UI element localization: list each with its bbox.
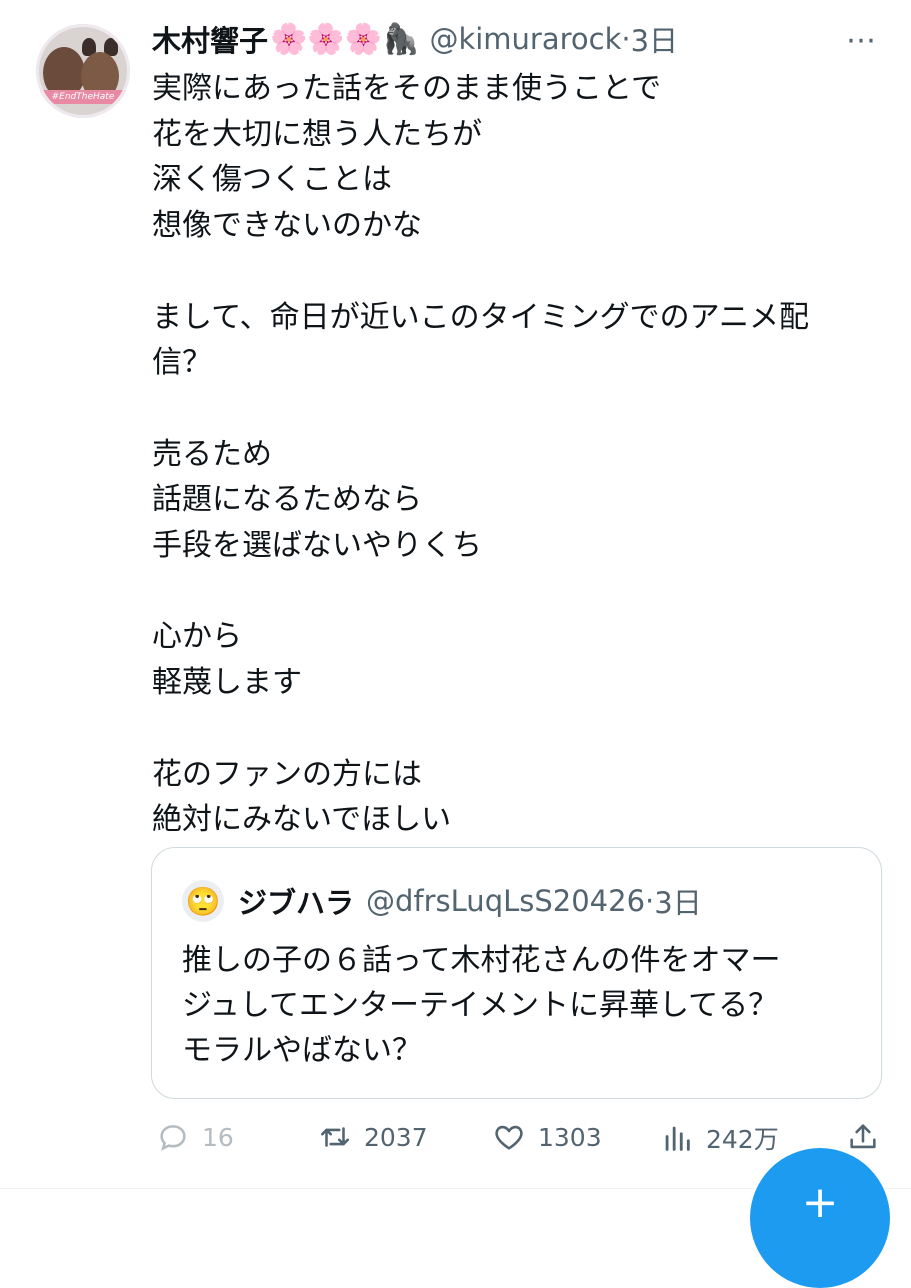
reply-button[interactable]: 16: [156, 1120, 234, 1154]
quoted-author-avatar: 🙄: [182, 880, 224, 922]
reply-count: 16: [202, 1122, 234, 1152]
reply-icon: [160, 1125, 186, 1151]
author-avatar[interactable]: #EndTheHate: [36, 24, 130, 118]
views-button[interactable]: 242万: [660, 1120, 779, 1156]
quoted-tweet-text: 推しの子の６話って木村花さんの件をオマー ジュしてエンターテイメントに昇華してる…: [182, 943, 781, 1068]
avatar-ring: [36, 24, 130, 118]
like-icon: [495, 1125, 523, 1150]
author-name[interactable]: 木村響子: [152, 18, 268, 60]
retweet-button[interactable]: 2037: [318, 1120, 428, 1154]
views-icon: [665, 1126, 690, 1151]
separator-dot: ·: [621, 22, 631, 56]
quoted-separator-dot: ·: [645, 884, 655, 918]
author-emojis: 🌸🌸🌸🦍: [270, 21, 420, 57]
tweet-time[interactable]: 3日: [631, 18, 678, 60]
tweet-header: 木村響子 🌸🌸🌸🦍 @kimurarock · 3日: [152, 19, 678, 59]
quoted-tweet-card[interactable]: 🙄 ジブハラ @dfrsLuqLsS20426 · 3日 推しの子の６話って木村…: [151, 847, 882, 1099]
share-button[interactable]: [846, 1120, 892, 1154]
retweet-icon: [320, 1127, 350, 1147]
share-icon: [850, 1124, 876, 1149]
quoted-author-handle: @dfrsLuqLsS20426: [366, 884, 646, 918]
compose-button[interactable]: +: [750, 1148, 890, 1288]
views-count: 242万: [706, 1125, 779, 1154]
more-icon[interactable]: ⋯: [846, 23, 877, 58]
retweet-count: 2037: [364, 1122, 428, 1152]
compose-icon: +: [801, 1177, 839, 1228]
quoted-tweet-time: 3日: [654, 886, 702, 920]
author-handle[interactable]: @kimurarock: [429, 22, 621, 56]
quoted-author-name: ジブハラ: [238, 886, 355, 920]
like-button[interactable]: 1303: [492, 1120, 602, 1154]
quoted-tweet-header: 🙄 ジブハラ @dfrsLuqLsS20426 · 3日: [182, 880, 702, 922]
tweet-text: 実際にあった話をそのまま使うことで 花を大切に想う人たちが 深く傷つくことは 想…: [152, 71, 809, 838]
like-count: 1303: [538, 1122, 602, 1152]
tweet-actions: 16 2037 1303 242万: [156, 1120, 886, 1160]
